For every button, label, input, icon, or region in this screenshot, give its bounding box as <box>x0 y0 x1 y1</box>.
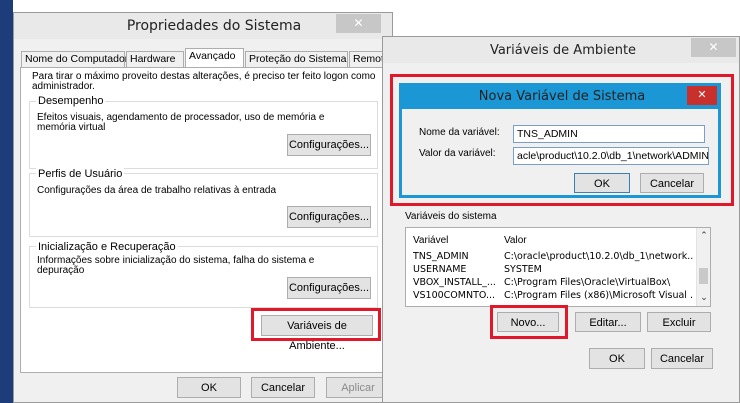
apply-button[interactable]: Aplicar <box>326 377 390 398</box>
variable-value: SYSTEM <box>504 264 542 275</box>
startup-recovery-description: Informações sobre inicialização do siste… <box>37 255 315 276</box>
column-header-variable[interactable]: Variável <box>413 235 448 246</box>
tab-hardware[interactable]: Hardware <box>126 51 184 67</box>
ok-button[interactable]: OK <box>574 173 630 193</box>
system-properties-window: Propriedades do Sistema ✕ Nome do Comput… <box>13 12 393 403</box>
variable-name: TNS_ADMIN <box>413 251 469 262</box>
performance-settings-button[interactable]: Configurações... <box>287 134 371 156</box>
list-scrollbar[interactable]: ⌃ ⌄ <box>696 228 710 306</box>
user-profiles-settings-button[interactable]: Configurações... <box>287 206 371 228</box>
tab-advanced[interactable]: Avançado <box>185 48 244 67</box>
close-icon[interactable]: ✕ <box>691 38 736 57</box>
scroll-thumb[interactable] <box>699 268 708 284</box>
column-header-value[interactable]: Valor <box>504 235 527 246</box>
startup-recovery-group-title: Inicialização e Recuperação <box>36 241 178 253</box>
performance-group-title: Desempenho <box>36 95 106 107</box>
edit-button[interactable]: Editar... <box>575 312 641 332</box>
variable-name: VBOX_INSTALL_... <box>413 277 496 288</box>
variable-name-field[interactable]: TNS_ADMIN <box>513 125 705 143</box>
system-variables-list: Variável Valor TNS_ADMIN C:\oracle\produ… <box>405 227 711 307</box>
startup-recovery-settings-button[interactable]: Configurações... <box>287 277 371 299</box>
highlight-environment-variables <box>251 308 381 341</box>
table-row[interactable]: TNS_ADMIN C:\oracle\product\10.2.0\db_1\… <box>410 251 694 264</box>
variable-value: C:\oracle\product\10.2.0\db_1\network... <box>504 251 694 262</box>
cancel-button[interactable]: Cancelar <box>651 348 713 369</box>
new-variable-dialog: Nova Variável de Sistema ✕ Nome da variá… <box>399 83 721 198</box>
tab-system-protection[interactable]: Proteção do Sistema <box>245 51 348 67</box>
table-row[interactable]: VBOX_INSTALL_... C:\Program Files\Oracle… <box>410 277 694 290</box>
table-row[interactable]: VS100COMNTO... C:\Program Files (x86)\Mi… <box>410 290 694 303</box>
variable-name-label: Nome da variável: <box>419 127 500 138</box>
environment-variables-title: Variáveis de Ambiente <box>489 43 637 58</box>
user-profiles-group-title: Perfis de Usuário <box>36 168 125 180</box>
performance-description: Efeitos visuais, agendamento de processa… <box>37 112 325 133</box>
delete-button[interactable]: Excluir <box>647 312 711 332</box>
variable-value: C:\Program Files (x86)\Microsoft Visual … <box>504 290 694 301</box>
variable-value: C:\Program Files\Oracle\VirtualBox\ <box>504 277 671 288</box>
desktop-background <box>0 0 13 403</box>
chevron-up-icon[interactable]: ⌃ <box>699 230 709 240</box>
ok-button[interactable]: OK <box>589 348 645 369</box>
variable-name: VS100COMNTO... <box>413 290 496 301</box>
variable-value-field[interactable]: acle\product\10.2.0\db_1\network\ADMIN <box>513 147 709 165</box>
cancel-button[interactable]: Cancelar <box>640 173 704 193</box>
system-properties-title: Propriedades do Sistema <box>126 18 302 34</box>
close-icon[interactable]: ✕ <box>336 14 381 33</box>
new-variable-title: Nova Variável de Sistema <box>478 89 646 104</box>
variable-value-label: Valor da variável: <box>419 148 496 159</box>
table-row[interactable]: USERNAME SYSTEM <box>410 264 694 277</box>
chevron-down-icon[interactable]: ⌄ <box>699 292 709 302</box>
highlight-new-button <box>490 305 568 339</box>
ok-button[interactable]: OK <box>177 377 241 398</box>
tab-computer-name[interactable]: Nome do Computador <box>21 51 128 67</box>
user-profiles-description: Configurações da área de trabalho relati… <box>37 185 277 196</box>
cancel-button[interactable]: Cancelar <box>251 377 315 398</box>
system-variables-label: Variáveis do sistema <box>405 211 497 222</box>
close-icon[interactable]: ✕ <box>687 86 717 105</box>
variable-name: USERNAME <box>413 264 467 275</box>
